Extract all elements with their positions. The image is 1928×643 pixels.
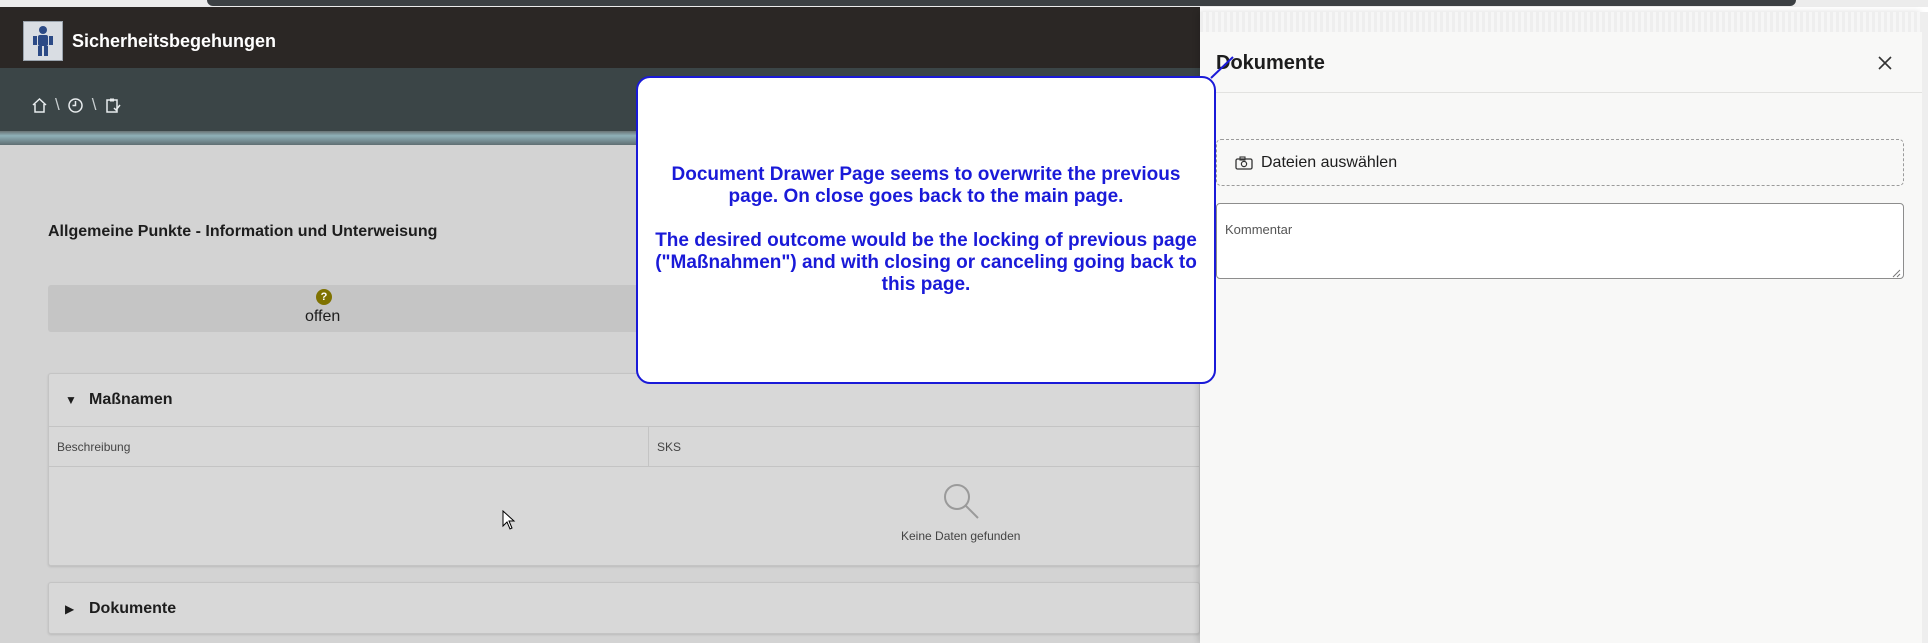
app-title: Sicherheitsbegehungen <box>72 31 277 51</box>
annotation-callout: Document Drawer Page seems to overwrite … <box>636 76 1216 384</box>
annotation-paragraph-2: The desired outcome would be the locking… <box>655 230 1197 295</box>
app-logo[interactable] <box>23 21 63 61</box>
breadcrumb-separator: \ <box>91 95 97 114</box>
dokumente-header[interactable]: ▶ Dokumente <box>49 583 1199 635</box>
column-header-beschreibung[interactable]: Beschreibung <box>49 427 649 466</box>
section-title: Allgemeine Punkte - Information und Unte… <box>48 223 438 240</box>
dokumente-title: Dokumente <box>89 600 177 617</box>
status-label: offen <box>305 308 341 325</box>
camera-upload-icon <box>1235 155 1253 171</box>
question-icon: ? <box>316 289 332 305</box>
person-figure-icon <box>33 26 53 56</box>
annotation-paragraph-1: Document Drawer Page seems to overwrite … <box>671 164 1181 207</box>
massnahmen-title: Maßnamen <box>89 391 173 408</box>
select-files-button[interactable]: Dateien auswählen <box>1216 139 1904 186</box>
massnahmen-panel: ▼ Maßnamen Beschreibung SKS Keine Daten … <box>48 373 1200 566</box>
collapse-triangle-icon: ▼ <box>65 393 77 407</box>
expand-triangle-icon: ▶ <box>65 602 75 616</box>
breadcrumb-separator: \ <box>55 95 60 114</box>
drawer-divider <box>1200 92 1922 93</box>
empty-state: Keine Daten gefunden <box>49 467 1199 565</box>
browser-toolbar <box>0 0 1928 7</box>
home-icon[interactable] <box>30 96 48 114</box>
textarea-resize-grip[interactable] <box>1891 268 1901 278</box>
app-header: Sicherheitsbegehungen <box>0 7 1200 68</box>
breadcrumb: \ \ <box>30 95 121 115</box>
magnifier-icon <box>944 484 979 519</box>
mouse-cursor-icon <box>502 510 516 530</box>
clock-icon[interactable] <box>67 96 85 114</box>
table-header: Beschreibung SKS <box>49 426 1199 467</box>
clipboard-check-icon[interactable] <box>103 96 121 114</box>
select-files-label: Dateien auswählen <box>1261 153 1398 171</box>
drawer-top-strip <box>1200 12 1922 32</box>
close-icon[interactable] <box>1874 52 1896 74</box>
comment-textarea[interactable] <box>1216 203 1904 279</box>
window-right-edge <box>1922 12 1928 643</box>
documents-drawer: Dokumente Dateien auswählen <box>1200 12 1922 643</box>
browser-address-bar[interactable] <box>207 0 1796 6</box>
callout-pointer <box>1210 56 1234 79</box>
dokumente-panel: ▶ Dokumente <box>48 582 1200 634</box>
empty-state-text: Keine Daten gefunden <box>901 529 1021 543</box>
column-header-sks[interactable]: SKS <box>649 427 1199 466</box>
